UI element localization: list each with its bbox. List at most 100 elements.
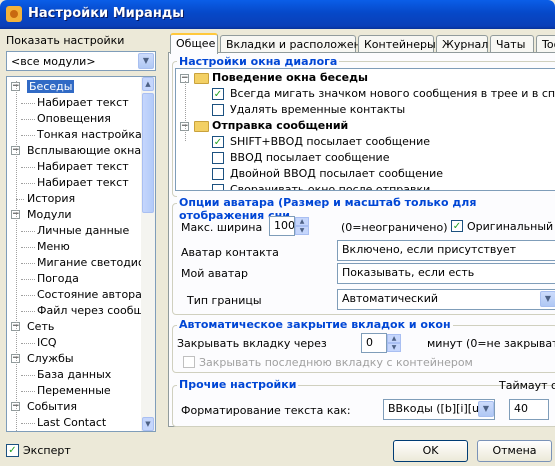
chevron-down-icon[interactable]: ▼ (478, 401, 494, 417)
tab-item[interactable]: Вкладки и расположение (220, 35, 375, 53)
max-width-input[interactable]: 100 (269, 216, 295, 236)
tab-item[interactable]: Журнал (436, 35, 488, 53)
tree-child-item[interactable]: Набирает текст (37, 159, 129, 175)
my-avatar-label: Мой аватар (181, 267, 248, 280)
tree-category-item[interactable]: История (27, 191, 75, 207)
tree-connector (21, 343, 35, 344)
ok-button[interactable]: OK (393, 440, 468, 462)
autoclose-group-title: Автоматическое закрытие вкладок и окон (177, 318, 453, 331)
option-checkbox[interactable] (212, 152, 224, 164)
options-window: Настройки Миранды Показать настройки мод… (0, 0, 555, 466)
tree-item-label: Набирает текст (37, 160, 129, 173)
tree-item-label: Тонкая настройка (37, 128, 142, 141)
tree-connector (16, 81, 17, 431)
tree-item-label: Погода (37, 272, 79, 285)
tree-scrollbar[interactable]: ▲ ▼ (141, 77, 155, 431)
tree-item-label: Набирает текст (37, 176, 129, 189)
close-last-checkbox[interactable] (183, 356, 195, 368)
close-after-spinner[interactable]: ▲ ▼ (387, 334, 401, 352)
tree-child-item[interactable]: Оповещения (37, 111, 111, 127)
border-type-label: Тип границы (187, 294, 262, 307)
minutes-note: минут (0=не закрывать) (427, 337, 555, 350)
tree-child-item[interactable]: Last Contact (37, 415, 106, 431)
tree-category-item[interactable]: Беседы (27, 79, 75, 95)
tree-child-item[interactable]: Набирает текст (37, 95, 129, 111)
tree-connector (21, 119, 35, 120)
max-width-spinner[interactable]: ▲ ▼ (295, 217, 309, 235)
tree-item-label: Всплывающие окна (27, 144, 142, 157)
option-label: Удалять временные контакты (230, 103, 406, 116)
options-tree[interactable]: Беседы − Набирает текст Оповещения Тонкая на… (6, 76, 156, 432)
tree-child-item[interactable]: Тонкая настройка (37, 127, 142, 143)
tab-item[interactable]: ToolB (536, 35, 555, 53)
tree-child-item[interactable]: Личные данные (37, 223, 129, 239)
title-bar[interactable]: Настройки Миранды (0, 0, 555, 29)
border-type-select[interactable]: Автоматический ▼ (337, 289, 555, 310)
tree-category-item[interactable]: Сеть (27, 319, 54, 335)
tree-connector (21, 311, 35, 312)
option-label: Сворачивать окно после отправки (230, 183, 431, 191)
original-size-label: Оригинальный ра (467, 220, 555, 233)
close-after-input[interactable]: 0 (361, 333, 387, 353)
original-size-checkbox[interactable]: ✓ (451, 220, 463, 232)
tree-child-item[interactable]: Состояние автора (37, 287, 142, 303)
option-checkbox[interactable] (212, 168, 224, 180)
tree-child-item[interactable]: Мигание светодио (37, 255, 145, 271)
tree-item-label: База данных (37, 368, 112, 381)
tree-item-label: Набирает текст (37, 96, 129, 109)
my-avatar-select[interactable]: Показывать, если есть (337, 263, 555, 284)
border-type-value: Автоматический (342, 292, 438, 305)
tree-connector (21, 279, 35, 280)
folder-icon (194, 121, 209, 132)
tab-item[interactable]: Контейнеры (358, 35, 436, 53)
tree-connector (185, 81, 186, 141)
tree-child-item[interactable]: Меню (37, 239, 70, 255)
tree-category-item[interactable]: События (27, 399, 77, 415)
tree-child-item[interactable]: Файл через сообщ (37, 303, 144, 319)
option-group-label: Отправка сообщений (212, 119, 349, 132)
tree-connector (21, 263, 35, 264)
tree-connector (21, 375, 35, 376)
tree-category-item[interactable]: Модули (27, 207, 72, 223)
tab-item[interactable]: Общее (170, 33, 218, 54)
tree-item-label: Меню (37, 240, 70, 253)
tree-item-label: События (27, 400, 78, 413)
option-checkbox[interactable]: ✓ (212, 88, 224, 100)
dialog-options-tree[interactable]: − Поведение окна беседы ✓ Всегда мигать зна… (175, 68, 555, 191)
chevron-down-icon[interactable]: ▼ (540, 291, 555, 307)
tree-child-item[interactable]: База данных (37, 367, 111, 383)
tree-connector (21, 135, 35, 136)
tree-child-item[interactable]: Переменные (37, 383, 111, 399)
scroll-thumb[interactable] (142, 93, 154, 213)
contact-avatar-select[interactable]: Включено, если присутствует (337, 240, 555, 261)
tree-category-item[interactable]: Всплывающие окна (27, 143, 141, 159)
folder-icon (194, 73, 209, 84)
tree-connector (21, 231, 35, 232)
scroll-down-icon[interactable]: ▼ (142, 417, 154, 431)
option-checkbox[interactable] (212, 104, 224, 116)
tree-child-item[interactable]: Погода (37, 271, 79, 287)
tree-item-label: История (27, 192, 76, 205)
module-select[interactable]: <все модули> ▼ (6, 51, 156, 71)
close-last-label: Закрывать последнюю вкладку с контейнеро… (199, 356, 473, 369)
tree-item-label: Оповещения (37, 112, 111, 125)
scroll-up-icon[interactable]: ▲ (142, 77, 154, 91)
tree-child-item[interactable]: ICQ (37, 335, 57, 351)
chevron-down-icon[interactable]: ▼ (138, 53, 154, 69)
tree-connector (16, 199, 24, 200)
tree-connector (21, 391, 35, 392)
option-checkbox[interactable] (212, 184, 224, 190)
expert-checkbox[interactable]: ✓ (6, 444, 19, 457)
format-select[interactable]: BBкоды ([b][i][u]) ▼ (383, 399, 495, 420)
expert-label: Эксперт (23, 444, 71, 457)
timeout-input[interactable]: 40 (509, 399, 549, 420)
tree-category-item[interactable]: Службы (27, 351, 74, 367)
tree-child-item[interactable]: Набирает текст (37, 175, 129, 191)
option-label: Всегда мигать значком нового сообщения в… (230, 87, 555, 100)
tab-item[interactable]: Чаты (490, 35, 534, 53)
max-width-label: Макс. ширина (181, 221, 263, 234)
tree-connector (21, 103, 35, 104)
cancel-button[interactable]: Отмена (477, 440, 552, 462)
option-checkbox[interactable]: ✓ (212, 136, 224, 148)
left-pane: Показать настройки модуля: <все модули> … (0, 29, 168, 466)
